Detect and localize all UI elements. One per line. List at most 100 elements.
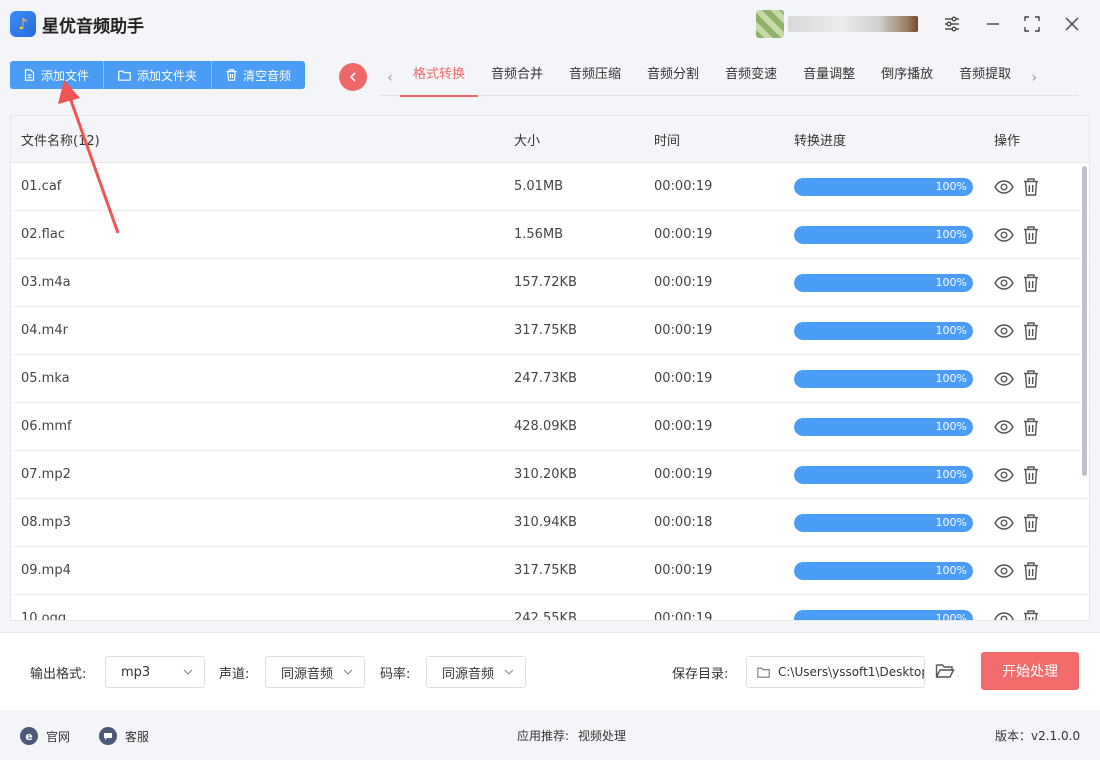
save-dir-input[interactable]: C:\Users\yssoft1\Desktop: [746, 656, 925, 688]
file-size: 247.73KB: [514, 371, 577, 386]
channel-label: 声道:: [219, 667, 250, 682]
close-icon[interactable]: [1060, 12, 1084, 36]
file-duration: 00:00:19: [654, 227, 713, 242]
file-size: 310.94KB: [514, 515, 577, 530]
trash-icon[interactable]: [1023, 561, 1039, 580]
progress-cell: 100%: [794, 609, 994, 621]
file-table: 文件名称(12) 大小 时间 转换进度 操作 01.caf 5.01MB 00:00…: [10, 115, 1090, 621]
eye-icon[interactable]: [994, 563, 1014, 578]
eye-icon[interactable]: [994, 611, 1014, 620]
website-link[interactable]: e 官网: [20, 727, 70, 745]
progress-text: 100%: [935, 515, 967, 529]
clear-audio-button[interactable]: 清空音频: [212, 61, 305, 89]
settings-sliders-icon[interactable]: [940, 12, 964, 36]
minimize-icon[interactable]: [981, 12, 1005, 36]
tab-audio-compress[interactable]: 音频压缩: [556, 60, 634, 96]
app-recommend: 应用推荐: 视频处理: [517, 727, 626, 744]
progress-text: 100%: [935, 611, 967, 621]
file-size: 428.09KB: [514, 419, 577, 434]
user-name-blurred[interactable]: [788, 16, 918, 32]
eye-icon[interactable]: [994, 323, 1014, 338]
open-folder-icon[interactable]: [935, 662, 955, 684]
progress-text: 100%: [935, 227, 967, 241]
trash-icon[interactable]: [1023, 273, 1039, 292]
ie-icon: e: [20, 727, 38, 745]
output-format-select[interactable]: mp3: [105, 656, 205, 688]
tab-audio-extract[interactable]: 音频提取: [946, 60, 1024, 96]
trash-icon[interactable]: [1023, 465, 1039, 484]
add-file-button[interactable]: 添加文件: [10, 61, 105, 89]
trash-icon[interactable]: [1023, 369, 1039, 388]
progress-bar: 100%: [794, 609, 973, 621]
file-name: 09.mp4: [21, 563, 71, 578]
eye-icon[interactable]: [994, 179, 1014, 194]
table-row[interactable]: 01.caf 5.01MB 00:00:19 100%: [11, 163, 1089, 211]
header-action: 操作: [994, 133, 1021, 149]
version-text: 版本：v2.1.0.0: [995, 729, 1081, 743]
file-name: 06.mmf: [21, 419, 72, 434]
file-name: 08.mp3: [21, 515, 71, 530]
trash-icon[interactable]: [1023, 609, 1039, 620]
tab-reverse-play[interactable]: 倒序播放: [868, 60, 946, 96]
trash-icon: [226, 69, 237, 81]
trash-icon[interactable]: [1023, 177, 1039, 196]
tabs-scroll-right-icon[interactable]: ›: [1024, 70, 1044, 86]
table-row[interactable]: 07.mp2 310.20KB 00:00:19 100%: [11, 451, 1089, 499]
progress-cell: 100%: [794, 465, 994, 484]
table-row[interactable]: 10.ogg 242.55KB 00:00:19 100%: [11, 595, 1089, 621]
eye-icon[interactable]: [994, 467, 1014, 482]
progress-bar: 100%: [794, 513, 973, 532]
header-size: 大小: [514, 133, 541, 149]
trash-icon[interactable]: [1023, 225, 1039, 244]
file-size: 310.20KB: [514, 467, 577, 482]
table-row[interactable]: 08.mp3 310.94KB 00:00:18 100%: [11, 499, 1089, 547]
customer-service-link[interactable]: 客服: [99, 727, 149, 745]
table-row[interactable]: 05.mka 247.73KB 00:00:19 100%: [11, 355, 1089, 403]
start-processing-button[interactable]: 开始处理: [981, 652, 1079, 690]
progress-cell: 100%: [794, 273, 994, 292]
save-dir-path: C:\Users\yssoft1\Desktop: [778, 665, 925, 679]
tab-format-convert[interactable]: 格式转换: [400, 60, 479, 97]
eye-icon[interactable]: [994, 419, 1014, 434]
tabs-scroll-left-icon[interactable]: ‹: [380, 70, 400, 86]
table-row[interactable]: 06.mmf 428.09KB 00:00:19 100%: [11, 403, 1089, 451]
tab-volume-adjust[interactable]: 音量调整: [790, 60, 868, 96]
file-name: 07.mp2: [21, 467, 71, 482]
eye-icon[interactable]: [994, 227, 1014, 242]
row-actions: [994, 225, 1084, 244]
tab-audio-split[interactable]: 音频分割: [634, 60, 712, 96]
recommend-video-link[interactable]: 视频处理: [578, 727, 626, 744]
file-name: 04.m4r: [21, 323, 68, 338]
bitrate-select[interactable]: 同源音频: [426, 656, 526, 688]
tab-audio-merge[interactable]: 音频合并: [478, 60, 556, 96]
save-dir-label: 保存目录:: [672, 667, 729, 682]
progress-text: 100%: [935, 563, 967, 577]
table-row[interactable]: 09.mp4 317.75KB 00:00:19 100%: [11, 547, 1089, 595]
eye-icon[interactable]: [994, 515, 1014, 530]
eye-icon[interactable]: [994, 371, 1014, 386]
maximize-icon[interactable]: [1020, 12, 1044, 36]
progress-cell: 100%: [794, 225, 994, 244]
trash-icon[interactable]: [1023, 417, 1039, 436]
user-avatar[interactable]: [756, 10, 784, 38]
title-bar: ♪ 星优音频助手: [0, 0, 1100, 48]
trash-icon[interactable]: [1023, 321, 1039, 340]
channel-value: 同源音频: [281, 666, 334, 682]
eye-icon[interactable]: [994, 275, 1014, 290]
tab-audio-speed[interactable]: 音频变速: [712, 60, 790, 96]
table-row[interactable]: 03.m4a 157.72KB 00:00:19 100%: [11, 259, 1089, 307]
row-actions: [994, 609, 1084, 620]
collapse-back-button[interactable]: [339, 63, 367, 91]
footer-bar: e 官网 客服 应用推荐: 视频处理 版本：v2.1.0.0: [0, 711, 1100, 760]
file-name: 10.ogg: [21, 611, 67, 621]
table-scrollbar[interactable]: [1082, 166, 1087, 476]
table-row[interactable]: 04.m4r 317.75KB 00:00:19 100%: [11, 307, 1089, 355]
channel-select[interactable]: 同源音频: [265, 656, 365, 688]
chevron-down-icon: [342, 666, 354, 682]
trash-icon[interactable]: [1023, 513, 1039, 532]
file-size: 5.01MB: [514, 179, 564, 194]
table-row[interactable]: 02.flac 1.56MB 00:00:19 100%: [11, 211, 1089, 259]
add-folder-button[interactable]: 添加文件夹: [104, 61, 213, 89]
customer-service-label: 客服: [125, 729, 150, 744]
folder-icon: [118, 70, 131, 81]
